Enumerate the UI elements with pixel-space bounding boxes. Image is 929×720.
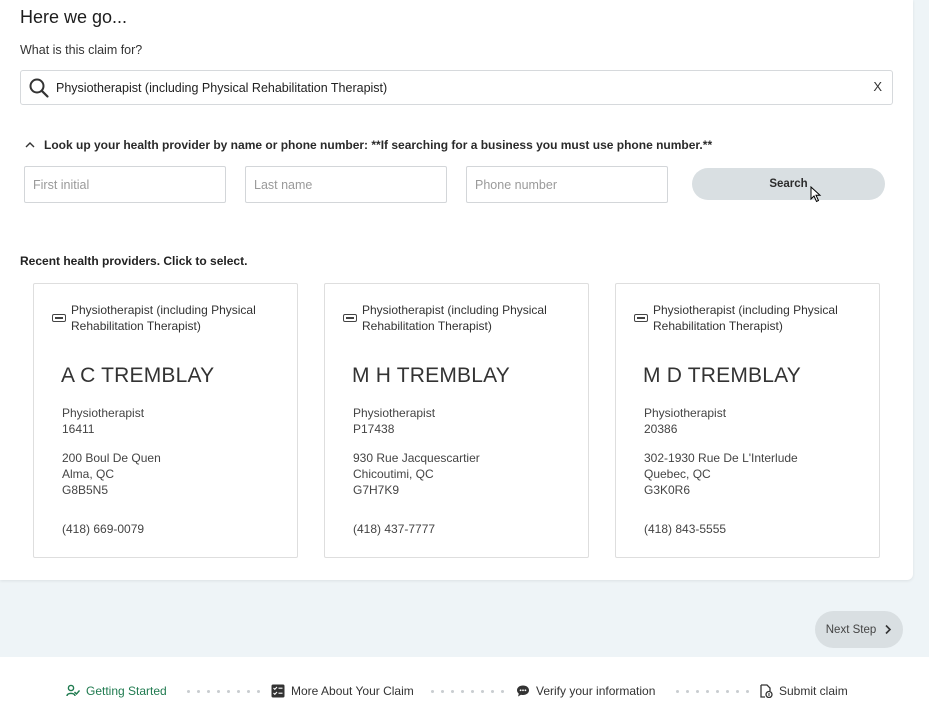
provider-name: A C TREMBLAY: [61, 364, 215, 387]
provider-address-postal: G8B5N5: [62, 483, 109, 497]
provider-phone: (418) 669-0079: [62, 522, 145, 536]
provider-address-city: Chicoutimi, QC: [353, 467, 434, 481]
step-verify-information[interactable]: Verify your information: [516, 684, 655, 698]
provider-category: Physiotherapist (including Physical Reha…: [653, 303, 838, 333]
step-getting-started[interactable]: Getting Started: [66, 684, 167, 698]
search-icon: [29, 78, 49, 98]
provider-address-city: Alma, QC: [62, 467, 115, 481]
chat-bubble-icon: [517, 685, 529, 697]
chevron-right-icon: [885, 624, 892, 635]
provider-license: 16411: [62, 422, 95, 436]
provider-category: Physiotherapist (including Physical Reha…: [71, 303, 256, 333]
provider-card[interactable]: Physiotherapist (including Physical Reha…: [615, 283, 880, 558]
next-step-label: Next Step: [825, 623, 877, 636]
provider-phone: (418) 843-5555: [644, 522, 727, 536]
first-initial-input[interactable]: [24, 166, 226, 203]
recent-providers-label: Recent health providers. Click to select…: [20, 254, 248, 268]
last-name-input[interactable]: [245, 166, 447, 203]
step-separator: [187, 690, 260, 693]
mouse-cursor-icon: [810, 186, 822, 203]
progress-footer: Getting Started More About Your Claim Ve…: [0, 657, 929, 720]
step-submit-claim[interactable]: Submit claim: [759, 684, 848, 698]
person-check-icon: [66, 684, 80, 697]
step-separator: [676, 690, 749, 693]
provider-category: Physiotherapist (including Physical Reha…: [362, 303, 547, 333]
category-icon: [52, 314, 66, 322]
document-submit-icon: [760, 684, 773, 698]
step-more-about-claim[interactable]: More About Your Claim: [271, 684, 414, 698]
claim-question: What is this claim for?: [20, 43, 143, 57]
provider-phone: (418) 437-7777: [353, 522, 436, 536]
provider-name: M D TREMBLAY: [643, 364, 801, 387]
claim-panel: Here we go... What is this claim for? Ph…: [0, 0, 913, 580]
checklist-icon: [271, 684, 285, 698]
step-separator: [431, 690, 504, 693]
provider-profession: Physiotherapist: [644, 406, 727, 420]
category-icon: [634, 314, 648, 322]
provider-lookup-toggle[interactable]: Look up your health provider by name or …: [24, 138, 712, 152]
provider-license: P17438: [353, 422, 395, 436]
provider-address-street: 200 Boul De Quen: [62, 451, 161, 465]
provider-name: M H TREMBLAY: [352, 364, 510, 387]
lookup-label: Look up your health provider by name or …: [44, 138, 713, 152]
provider-address-street: 302-1930 Rue De L'Interlude: [644, 451, 798, 465]
page-title: Here we go...: [20, 7, 128, 27]
provider-license: 20386: [644, 422, 678, 436]
provider-address-postal: G3K0R6: [644, 483, 691, 497]
next-step-button[interactable]: Next Step: [815, 611, 903, 648]
claim-type-value[interactable]: Physiotherapist (including Physical Reha…: [56, 81, 387, 95]
phone-number-input[interactable]: [466, 166, 668, 203]
claim-type-field[interactable]: Physiotherapist (including Physical Reha…: [20, 70, 893, 105]
provider-address-street: 930 Rue Jacquescartier: [353, 451, 480, 465]
provider-profession: Physiotherapist: [353, 406, 436, 420]
provider-card[interactable]: Physiotherapist (including Physical Reha…: [33, 283, 298, 558]
clear-claim-button[interactable]: X: [873, 79, 882, 94]
chevron-up-icon: [25, 142, 35, 148]
provider-address-city: Quebec, QC: [644, 467, 711, 481]
provider-profession: Physiotherapist: [62, 406, 145, 420]
category-icon: [343, 314, 357, 322]
provider-card[interactable]: Physiotherapist (including Physical Reha…: [324, 283, 589, 558]
search-button[interactable]: Search: [692, 168, 885, 200]
provider-address-postal: G7H7K9: [353, 483, 400, 497]
